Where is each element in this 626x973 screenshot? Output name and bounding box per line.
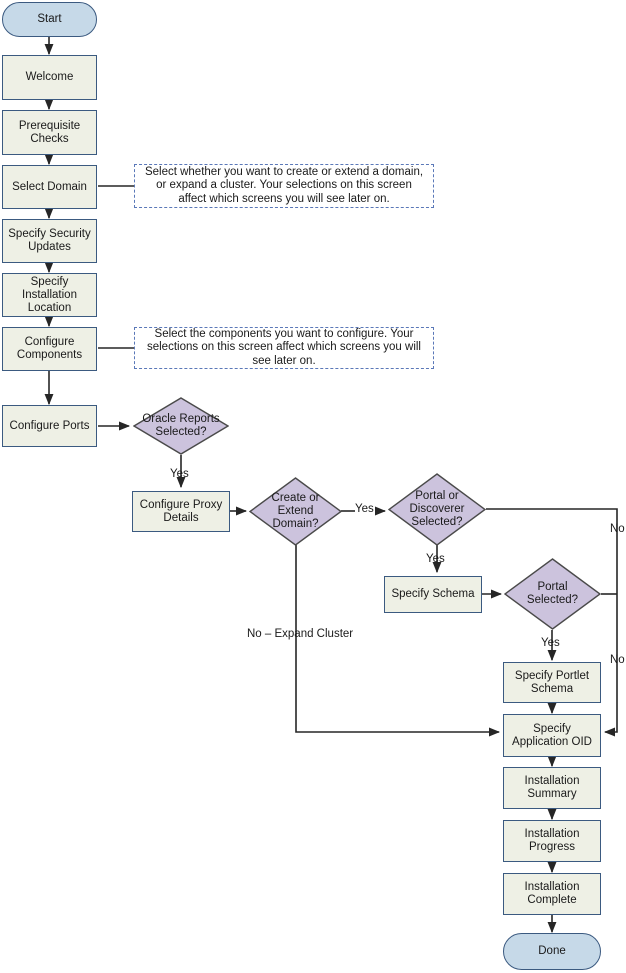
node-create-or-extend-domain-label: Create or Extend Domain? [271,492,320,530]
node-specify-security-updates-label: Specify Security Updates [8,228,91,253]
note-select-domain-text: Select whether you want to create or ext… [144,165,424,205]
node-specify-portlet-schema-label: Specify Portlet Schema [514,669,590,695]
node-welcome[interactable]: Welcome [2,55,97,100]
node-start-label: Start [37,13,62,25]
node-specify-portlet-schema[interactable]: Specify Portlet Schema [503,662,601,703]
node-installation-summary-label: Installation Summary [524,775,580,800]
node-done[interactable]: Done [503,933,601,970]
edge-label-portal-discoverer-yes: Yes [426,553,445,565]
edge-label-oracle-reports-yes: Yes [170,468,189,480]
node-configure-components-label: Configure Components [16,336,83,361]
note-select-domain: Select whether you want to create or ext… [134,164,434,208]
edge-label-create-extend-yes: Yes [355,503,374,515]
edge-label-portal-selected-yes: Yes [541,637,560,649]
edge-label-portal-selected-no: No [610,654,625,666]
node-create-or-extend-domain[interactable]: Create or Extend Domain? [249,477,342,546]
node-installation-complete[interactable]: Installation Complete [503,873,601,915]
node-oracle-reports-selected-label: Oracle Reports Selected? [142,413,220,438]
node-configure-components[interactable]: Configure Components [2,327,97,371]
node-specify-schema[interactable]: Specify Schema [384,576,482,613]
node-welcome-label: Welcome [25,71,74,83]
note-configure-components: Select the components you want to config… [134,327,434,369]
node-portal-selected-label: Portal Selected? [526,581,579,606]
node-start[interactable]: Start [2,2,97,37]
node-installation-summary[interactable]: Installation Summary [503,767,601,809]
flowchart-canvas: Start Welcome Prerequisite Checks Select… [0,0,626,973]
edge-label-portal-discoverer-no: No [610,523,625,535]
node-specify-schema-label: Specify Schema [391,588,475,600]
node-prerequisite-checks-label: Prerequisite Checks [18,119,81,145]
node-installation-progress-label: Installation Progress [524,828,580,853]
node-configure-ports[interactable]: Configure Ports [2,405,97,447]
node-portal-or-discoverer-selected-label: Portal or Discoverer Selected? [409,490,465,528]
node-specify-installation-location-label: Specify Installation Location [22,275,77,314]
node-specify-application-oid[interactable]: Specify Application OID [503,714,601,757]
node-done-label: Done [538,945,566,957]
node-portal-selected[interactable]: Portal Selected? [504,558,601,630]
node-installation-complete-label: Installation Complete [524,881,580,906]
node-configure-proxy-details[interactable]: Configure Proxy Details [132,491,230,532]
node-portal-or-discoverer-selected[interactable]: Portal or Discoverer Selected? [388,473,486,546]
node-select-domain[interactable]: Select Domain [2,165,97,209]
node-specify-installation-location[interactable]: Specify Installation Location [2,273,97,317]
node-oracle-reports-selected[interactable]: Oracle Reports Selected? [133,397,229,455]
node-specify-security-updates[interactable]: Specify Security Updates [2,219,97,263]
node-configure-ports-label: Configure Ports [9,419,90,432]
note-configure-components-text: Select the components you want to config… [146,327,421,367]
edge-label-create-extend-no: No – Expand Cluster [247,628,354,640]
node-select-domain-label: Select Domain [12,180,87,193]
node-prerequisite-checks[interactable]: Prerequisite Checks [2,110,97,155]
node-specify-application-oid-label: Specify Application OID [512,722,592,748]
node-installation-progress[interactable]: Installation Progress [503,820,601,862]
node-configure-proxy-details-label: Configure Proxy Details [139,498,223,524]
